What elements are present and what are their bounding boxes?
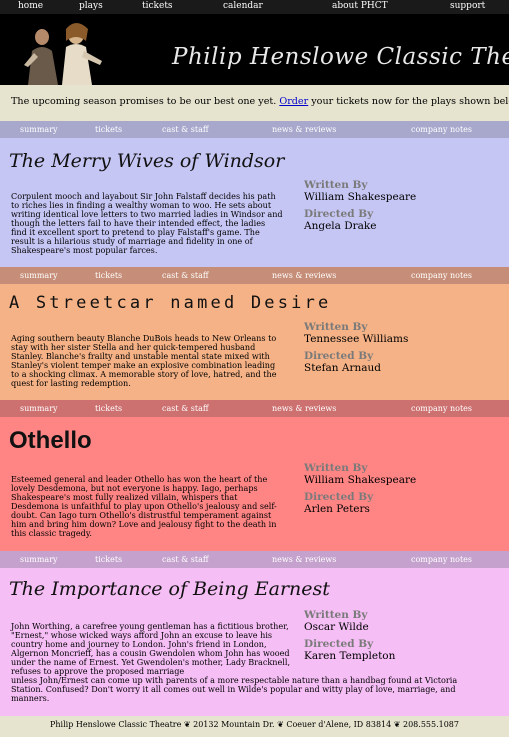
play-section: A Streetcar named Desire Aging southern …: [0, 284, 509, 400]
footer: Philip Henslowe Classic Theatre ❦ 20132 …: [0, 716, 509, 737]
play-section: The Importance of Being Earnest John Wor…: [0, 568, 509, 716]
subnav-summary[interactable]: summary: [20, 555, 58, 564]
top-navigation: home plays tickets calendar about PHCT s…: [0, 0, 509, 14]
subnav-company-notes[interactable]: company notes: [411, 404, 472, 413]
directed-by-label: Directed By: [304, 208, 374, 220]
play-description: Esteemed general and leader Othello has …: [11, 474, 277, 538]
play-subnav: summary tickets cast & staff news & revi…: [0, 400, 509, 417]
subnav-company-notes[interactable]: company notes: [411, 125, 472, 134]
play-section: The Merry Wives of Windsor Corpulent moo…: [0, 138, 509, 267]
subnav-tickets[interactable]: tickets: [95, 404, 122, 413]
nav-tickets[interactable]: tickets: [142, 1, 173, 11]
play-description: Corpulent mooch and layabout Sir John Fa…: [11, 191, 283, 255]
play-description: John Worthing, a carefree young gentlema…: [11, 621, 458, 703]
play-description: Aging southern beauty Blanche DuBois hea…: [11, 333, 277, 388]
nav-home[interactable]: home: [18, 1, 43, 11]
directed-by-label: Directed By: [304, 350, 374, 362]
play-subnav: summary tickets cast & staff news & revi…: [0, 121, 509, 138]
subnav-summary[interactable]: summary: [20, 404, 58, 413]
written-by-label: Written By: [304, 321, 368, 333]
directed-by-label: Directed By: [304, 638, 374, 650]
footer-address: Philip Henslowe Classic Theatre ❦ 20132 …: [49, 720, 459, 729]
intro-text-after: your tickets now for the plays shown bel…: [311, 96, 509, 107]
play-title: The Importance of Being Earnest: [9, 578, 330, 600]
director-name: Angela Drake: [304, 220, 377, 232]
author-name: Tennessee Williams: [304, 333, 409, 345]
subnav-tickets[interactable]: tickets: [95, 125, 122, 134]
subnav-news-reviews[interactable]: news & reviews: [272, 555, 336, 564]
play-subnav: summary tickets cast & staff news & revi…: [0, 551, 509, 568]
author-name: Oscar Wilde: [304, 621, 369, 633]
intro-bar: The upcoming season promises to be our b…: [0, 85, 509, 121]
subnav-news-reviews[interactable]: news & reviews: [272, 271, 336, 280]
subnav-summary[interactable]: summary: [20, 125, 58, 134]
subnav-summary[interactable]: summary: [20, 271, 58, 280]
subnav-tickets[interactable]: tickets: [95, 555, 122, 564]
subnav-cast-staff[interactable]: cast & staff: [162, 125, 209, 134]
author-name: William Shakespeare: [304, 191, 417, 203]
subnav-cast-staff[interactable]: cast & staff: [162, 271, 209, 280]
nav-plays[interactable]: plays: [79, 1, 103, 11]
nav-about[interactable]: about PHCT: [332, 1, 388, 11]
actors-photo: [14, 15, 154, 85]
theatre-name: Philip Henslowe Classic Theatre: [172, 44, 509, 70]
subnav-cast-staff[interactable]: cast & staff: [162, 555, 209, 564]
subnav-cast-staff[interactable]: cast & staff: [162, 404, 209, 413]
subnav-news-reviews[interactable]: news & reviews: [272, 125, 336, 134]
intro-text-before: The upcoming season promises to be our b…: [11, 96, 277, 107]
nav-support[interactable]: support: [450, 1, 485, 11]
subnav-company-notes[interactable]: company notes: [411, 555, 472, 564]
subnav-company-notes[interactable]: company notes: [411, 271, 472, 280]
written-by-label: Written By: [304, 609, 368, 621]
play-section: Othello Esteemed general and leader Othe…: [0, 417, 509, 551]
written-by-label: Written By: [304, 179, 368, 191]
subnav-tickets[interactable]: tickets: [95, 271, 122, 280]
written-by-label: Written By: [304, 462, 368, 474]
director-name: Stefan Arnaud: [304, 362, 381, 374]
order-link[interactable]: Order: [279, 96, 308, 107]
intro-text: The upcoming season promises to be our b…: [11, 96, 509, 107]
play-title: A Streetcar named Desire: [9, 293, 332, 313]
play-title: The Merry Wives of Windsor: [9, 150, 285, 172]
director-name: Arlen Peters: [304, 503, 370, 515]
nav-calendar[interactable]: calendar: [223, 1, 263, 11]
author-name: William Shakespeare: [304, 474, 417, 486]
play-subnav: summary tickets cast & staff news & revi…: [0, 267, 509, 284]
subnav-news-reviews[interactable]: news & reviews: [272, 404, 336, 413]
directed-by-label: Directed By: [304, 491, 374, 503]
site-banner: Philip Henslowe Classic Theatre: [0, 14, 509, 85]
play-title: Othello: [9, 427, 92, 454]
director-name: Karen Templeton: [304, 650, 396, 662]
